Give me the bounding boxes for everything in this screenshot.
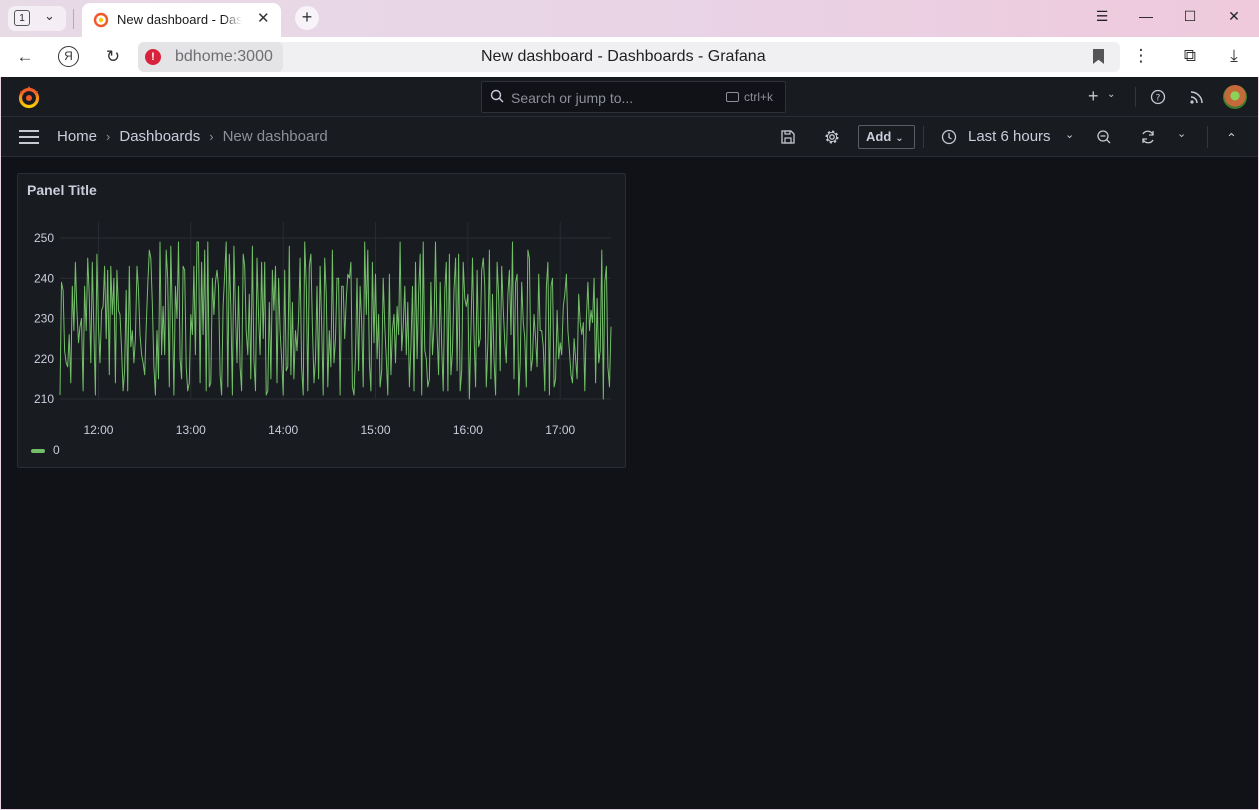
browser-tab-strip: 1 ⌄ New dashboard - Dashboards - Grafana… — [0, 0, 1259, 37]
dashboard-panel[interactable]: Panel Title 210 220 230 240 250 12:00 13:00 14:… — [17, 173, 626, 468]
time-range-label: Last 6 hours — [968, 128, 1051, 145]
more-vertical-icon[interactable]: ⋮ — [1130, 46, 1152, 66]
series-line-0[interactable] — [59, 241, 612, 400]
dashboard-toolbar: Home › Dashboards › New dashboard Add ⌄ Last … — [1, 117, 1258, 157]
keyboard-icon — [726, 92, 739, 102]
refresh-icon[interactable] — [1140, 129, 1156, 145]
bookmark-icon[interactable] — [1093, 49, 1104, 64]
add-button-label: Add — [866, 129, 892, 144]
y-tick-label: 210 — [34, 392, 54, 406]
x-tick-label: 15:00 — [361, 423, 391, 437]
y-tick-label: 230 — [34, 312, 54, 326]
svg-text:?: ? — [1156, 94, 1161, 104]
grafana-logo-icon[interactable] — [17, 85, 41, 109]
breadcrumb-home[interactable]: Home — [57, 128, 97, 145]
search-shortcut: ctrl+k — [744, 90, 774, 104]
browser-tab-active[interactable]: New dashboard - Dashboards - Grafana ✕ — [82, 3, 281, 37]
tab-title: New dashboard - Dashboards - Grafana — [117, 12, 242, 27]
x-tick-label: 12:00 — [83, 423, 113, 437]
menu-icon[interactable]: ☰ — [1092, 8, 1112, 25]
grafana-app: Search or jump to... ctrl+k + ⌄ ? Home › D… — [1, 77, 1258, 809]
address-page-title: New dashboard - Dashboards - Grafana — [481, 48, 766, 65]
news-feed-icon[interactable] — [1189, 89, 1205, 105]
connection-warning[interactable]: ! bdhome:3000 — [138, 42, 283, 72]
x-tick-label: 13:00 — [176, 423, 206, 437]
toolbar-divider — [923, 126, 924, 148]
chevron-right-icon: › — [209, 129, 214, 144]
y-tick-label: 240 — [34, 271, 54, 285]
close-icon[interactable]: ✕ — [257, 9, 270, 27]
address-bar[interactable]: ! bdhome:3000 New dashboard - Dashboards… — [138, 42, 1120, 72]
chevron-down-icon: ⌄ — [1065, 129, 1075, 141]
save-icon[interactable] — [780, 129, 796, 145]
chevron-down-icon: ⌄ — [895, 133, 904, 144]
toolbar-divider — [1207, 126, 1208, 148]
x-tick-label: 14:00 — [268, 423, 298, 437]
time-series-chart[interactable]: 210 220 230 240 250 12:00 13:00 14:00 15:00 16:00… — [18, 174, 625, 439]
breadcrumb: Home › Dashboards › New dashboard — [57, 128, 328, 145]
back-arrow-icon[interactable]: ← — [14, 46, 36, 68]
y-tick-label: 220 — [34, 352, 54, 366]
extensions-icon[interactable]: ⧉ — [1179, 46, 1201, 66]
legend-label: 0 — [53, 443, 60, 457]
breadcrumb-current: New dashboard — [222, 128, 328, 145]
menu-icon[interactable] — [19, 130, 39, 144]
maximize-icon[interactable]: ☐ — [1180, 8, 1200, 25]
y-tick-label: 250 — [34, 231, 54, 245]
topbar-divider — [1135, 87, 1136, 107]
settings-gear-icon[interactable] — [824, 129, 840, 145]
new-plus-icon[interactable]: + — [1088, 86, 1099, 107]
download-icon[interactable]: ⤓ — [1223, 46, 1245, 66]
help-icon[interactable]: ? — [1150, 89, 1166, 105]
yandex-icon[interactable]: Я — [58, 46, 79, 67]
chevron-right-icon: › — [106, 129, 111, 144]
x-tick-label: 17:00 — [545, 423, 575, 437]
search-input[interactable]: Search or jump to... ctrl+k — [481, 81, 786, 113]
browser-address-row: ← Я ↻ ! bdhome:3000 New dashboard - Dash… — [0, 37, 1259, 77]
tab-count: 1 — [14, 10, 30, 26]
warning-icon: ! — [145, 49, 161, 65]
window-close-icon[interactable]: ✕ — [1224, 8, 1244, 25]
reload-icon[interactable]: ↻ — [102, 46, 124, 68]
time-range-picker[interactable]: Last 6 hours ⌄ — [941, 127, 1079, 147]
tab-counter-button[interactable]: 1 ⌄ — [8, 6, 66, 31]
address-host: bdhome:3000 — [175, 48, 273, 65]
add-button[interactable]: Add ⌄ — [858, 125, 915, 149]
breadcrumb-dashboards[interactable]: Dashboards — [119, 128, 200, 145]
chevron-down-icon[interactable]: ⌄ — [1107, 89, 1115, 100]
user-avatar[interactable] — [1223, 85, 1247, 109]
x-tick-label: 16:00 — [453, 423, 483, 437]
clock-icon — [941, 129, 957, 145]
legend-swatch — [31, 449, 45, 453]
tab-divider — [73, 9, 74, 29]
minimize-icon[interactable]: — — [1136, 8, 1156, 24]
new-tab-button[interactable]: + — [295, 6, 319, 30]
search-placeholder: Search or jump to... — [511, 90, 634, 106]
refresh-interval-chevron-icon[interactable]: ⌄ — [1177, 127, 1186, 140]
grafana-favicon-icon — [93, 12, 109, 28]
collapse-chevron-up-icon[interactable]: ⌄ — [1226, 129, 1237, 145]
search-icon — [490, 89, 504, 103]
zoom-out-icon[interactable] — [1096, 129, 1112, 145]
grafana-topbar: Search or jump to... ctrl+k + ⌄ ? — [1, 77, 1258, 117]
chevron-down-icon: ⌄ — [44, 8, 55, 23]
